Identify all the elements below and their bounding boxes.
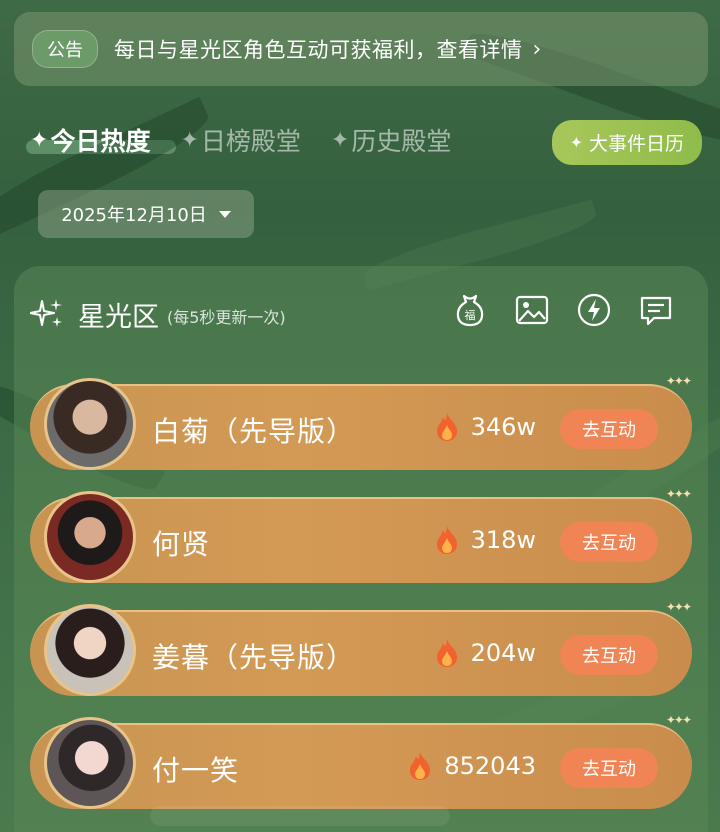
interact-button[interactable]: 去互动 bbox=[560, 635, 658, 675]
sparkle-decoration-icon: ✦✦✦ bbox=[665, 713, 692, 727]
avatar bbox=[44, 378, 136, 470]
character-name: 白菊（先导版） bbox=[152, 415, 356, 448]
tab-daily-hall[interactable]: ✦ 日榜殿堂 bbox=[180, 122, 300, 158]
interact-button[interactable]: 去互动 bbox=[560, 748, 658, 788]
announcement-text: 每日与星光区角色互动可获福利，查看详情 bbox=[114, 38, 523, 62]
fire-icon bbox=[436, 639, 457, 667]
sparkle-icon: ✦ bbox=[30, 127, 49, 153]
avatar bbox=[44, 604, 136, 696]
character-name: 何贤 bbox=[152, 528, 211, 561]
panel-toolbar: 福 bbox=[452, 292, 674, 328]
panel-subtitle: (每5秒更新一次) bbox=[167, 308, 286, 327]
tab-label: 今日热度 bbox=[50, 127, 151, 156]
tab-label: 历史殿堂 bbox=[351, 127, 452, 156]
tab-today-heat[interactable]: ✦ 今日热度 bbox=[26, 122, 176, 158]
lightning-icon[interactable] bbox=[576, 292, 612, 328]
chevron-right-icon: › bbox=[532, 36, 542, 62]
heat-number: 204w bbox=[470, 639, 536, 667]
list-item[interactable]: 姜暮（先导版） 204w 去互动 ✦✦✦ bbox=[30, 600, 692, 696]
sparkle-decoration-icon: ✦✦✦ bbox=[665, 600, 692, 614]
sparkle-icon: ✦ bbox=[569, 133, 583, 152]
interact-button[interactable]: 去互动 bbox=[560, 409, 658, 449]
heat-number: 318w bbox=[470, 526, 536, 554]
announcement-tag: 公告 bbox=[32, 30, 98, 68]
list-item[interactable]: 白菊（先导版） 346w 去互动 ✦✦✦ bbox=[30, 374, 692, 470]
character-name: 姜暮（先导版） bbox=[152, 641, 356, 674]
event-calendar-button[interactable]: ✦ 大事件日历 bbox=[551, 120, 702, 165]
tab-history-hall[interactable]: ✦ 历史殿堂 bbox=[331, 122, 451, 158]
avatar bbox=[44, 491, 136, 583]
fortune-bag-icon[interactable]: 福 bbox=[452, 292, 488, 328]
caret-down-icon bbox=[218, 210, 231, 218]
date-selector[interactable]: 2025年12月10日 bbox=[38, 190, 254, 238]
heat-number: 346w bbox=[470, 413, 536, 441]
interact-button[interactable]: 去互动 bbox=[560, 522, 658, 562]
date-value: 2025年12月10日 bbox=[61, 205, 207, 226]
list-item[interactable]: 何贤 318w 去互动 ✦✦✦ bbox=[30, 487, 692, 583]
sparkle-icon: ✦ bbox=[330, 127, 350, 153]
fire-icon bbox=[436, 526, 457, 554]
avatar bbox=[44, 717, 136, 809]
fire-icon bbox=[410, 752, 431, 780]
heat-number: 852043 bbox=[444, 752, 536, 780]
character-name: 付一笑 bbox=[152, 754, 240, 787]
event-calendar-label: 大事件日历 bbox=[588, 133, 684, 155]
heat-value: 852043 bbox=[408, 751, 536, 781]
heat-value: 346w bbox=[435, 412, 536, 442]
sparkle-decoration-icon: ✦✦✦ bbox=[665, 487, 692, 501]
tab-label: 日榜殿堂 bbox=[200, 127, 301, 156]
sparkle-icon: ✦ bbox=[180, 127, 199, 153]
image-icon[interactable] bbox=[514, 292, 550, 328]
sparkles-icon bbox=[30, 299, 62, 327]
fire-icon bbox=[436, 413, 457, 441]
list-item[interactable]: 付一笑 852043 去互动 ✦✦✦ bbox=[30, 713, 692, 809]
heat-value: 318w bbox=[435, 525, 536, 555]
panel-title: 星光区 bbox=[78, 301, 159, 333]
announcement-bar[interactable]: 公告 每日与星光区角色互动可获福利，查看详情 › bbox=[14, 12, 708, 86]
message-icon[interactable] bbox=[638, 292, 674, 328]
next-row-peek bbox=[150, 806, 450, 826]
fortune-glyph: 福 bbox=[465, 308, 476, 322]
heat-value: 204w bbox=[435, 638, 536, 668]
sparkle-decoration-icon: ✦✦✦ bbox=[665, 374, 692, 388]
panel-header: 星光区 (每5秒更新一次) bbox=[30, 292, 286, 336]
